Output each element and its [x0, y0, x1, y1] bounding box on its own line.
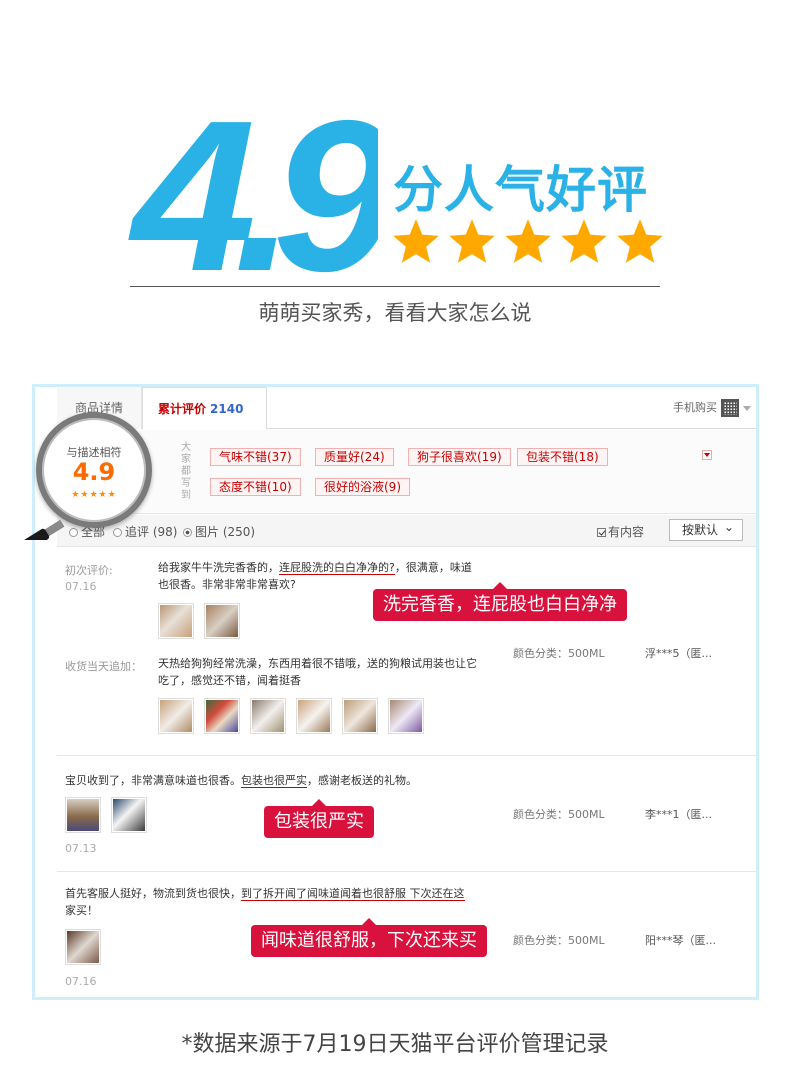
hero-divider: [130, 286, 660, 287]
tab-reviews[interactable]: 累计评价 2140: [142, 387, 267, 430]
data-source-footnote: *数据来源于7月19日天猫平台评价管理记录: [181, 1032, 609, 1057]
review-tag[interactable]: 气味不错(37): [210, 448, 301, 466]
review-photos: [65, 929, 101, 965]
tab-reviews-count: 2140: [210, 402, 244, 416]
filter-append[interactable]: 追评 (98): [113, 523, 177, 540]
review-tag[interactable]: 质量好(24): [315, 448, 394, 466]
hero-title: 分人气好评: [393, 161, 648, 219]
review-user: 李***1（匿...: [645, 808, 712, 821]
tag-category-label: 大家都写到: [181, 442, 191, 501]
checkbox-checked-icon: [597, 528, 606, 537]
review-photo[interactable]: [65, 929, 101, 965]
tab-product-detail[interactable]: 商品详情: [57, 387, 142, 429]
big-score: 4.9: [128, 58, 418, 316]
review-user: 浮***5（匿...: [645, 647, 712, 660]
radio-selected-icon: [183, 528, 192, 537]
review-photo[interactable]: [388, 698, 424, 734]
radio-icon: [113, 528, 122, 537]
review-separator: [57, 755, 756, 756]
review-photo[interactable]: [158, 603, 194, 639]
star-icon: [505, 219, 551, 263]
hero-stars: [390, 216, 666, 268]
review-photo[interactable]: [342, 698, 378, 734]
review-photo[interactable]: [296, 698, 332, 734]
review-date: 07.16: [65, 580, 97, 593]
review-tag[interactable]: 包装不错(18): [517, 448, 608, 466]
review-date: 07.16: [65, 975, 97, 988]
review-screenshot-panel: 商品详情 累计评价 2140 手机购买 大家都写到 气味不错(37) 质量好(24…: [32, 384, 759, 1000]
review-tag[interactable]: 狗子很喜欢(19): [408, 448, 511, 466]
star-icon: [561, 219, 607, 263]
tab-bar: 商品详情 累计评价 2140 手机购买: [57, 387, 756, 430]
review-summary: 大家都写到 气味不错(37) 质量好(24) 狗子很喜欢(19) 包装不错(18…: [57, 430, 756, 514]
expand-tags-icon[interactable]: [702, 450, 712, 460]
callout-badge: 闻味道很舒服，下次还来买: [251, 918, 487, 957]
append-review-text: 天热给狗狗经常洗澡，东西用着很不错哦，送的狗粮试用装也让它 吃了，感觉还不错，闻…: [158, 657, 477, 687]
radio-icon: [69, 528, 78, 537]
hero-subtitle: 萌萌买家秀，看看大家怎么说: [258, 301, 532, 325]
review-photos: [65, 797, 147, 833]
first-review-label: 初次评价:: [65, 564, 113, 577]
review-text: 宝贝收到了，非常满意味道也很香。包装也很严实，感谢老板送的礼物。: [65, 774, 417, 788]
sort-dropdown[interactable]: 按默认: [669, 517, 743, 541]
callout-badge: 包装很严实: [264, 799, 374, 838]
filter-all[interactable]: 全部: [69, 523, 105, 540]
review-highlight: 到了拆开闻了闻味道闻着也很舒服 下次还在这: [241, 887, 465, 901]
review-photo[interactable]: [111, 797, 147, 833]
review-tag[interactable]: 态度不错(10): [210, 478, 301, 496]
review-date: 07.13: [65, 842, 97, 855]
review-separator: [57, 871, 756, 872]
review-user: 阳***琴（匿...: [645, 934, 716, 947]
star-icon: [393, 219, 439, 263]
review-spec: 颜色分类：500ML: [513, 647, 605, 660]
review-photo[interactable]: [204, 698, 240, 734]
review-text: 首先客服人挺好，物流到货也很快，到了拆开闻了闻味道闻着也很舒服 下次还在这 家买…: [65, 887, 465, 917]
star-icon: [449, 219, 495, 263]
append-review-label: 收货当天追加：: [65, 660, 142, 673]
big-score-graphic: 4.9: [128, 75, 418, 316]
callout-badge: 洗完香香，连屁股也白白净净: [373, 582, 627, 621]
review-highlight: 包装也很严实: [241, 774, 307, 788]
filter-has-content[interactable]: 有内容: [597, 523, 644, 540]
chevron-down-icon: [743, 405, 751, 411]
append-photos: [158, 698, 424, 734]
review-photos: [158, 603, 240, 639]
review-spec: 颜色分类：500ML: [513, 808, 605, 821]
mobile-buy[interactable]: 手机购买: [673, 387, 751, 429]
hero-banner: 4.9 分人气好评 萌萌买家秀，看看大家怎么说: [0, 0, 790, 360]
review-photo[interactable]: [250, 698, 286, 734]
review-filter-bar: 全部 追评 (98) 图片 (250) 有内容 按默认: [57, 515, 756, 547]
review-spec: 颜色分类：500ML: [513, 934, 605, 947]
review-photo[interactable]: [65, 797, 101, 833]
big-score-text: 4.9: [128, 75, 378, 288]
review-text: 给我家牛牛洗完香香的，连屁股洗的白白净净的?，很满意，味道 也很香。非常非常非常…: [158, 561, 472, 591]
review-photo[interactable]: [158, 698, 194, 734]
review-highlight: 连屁股洗的白白净净的?: [279, 561, 395, 575]
qr-code-icon: [721, 399, 739, 417]
filter-pictures[interactable]: 图片 (250): [183, 523, 255, 540]
tab-reviews-label: 累计评价: [158, 402, 207, 416]
mobile-buy-label: 手机购买: [673, 401, 717, 414]
review-photo[interactable]: [204, 603, 240, 639]
star-icon: [617, 219, 663, 263]
review-tag[interactable]: 很好的浴液(9): [315, 478, 410, 496]
